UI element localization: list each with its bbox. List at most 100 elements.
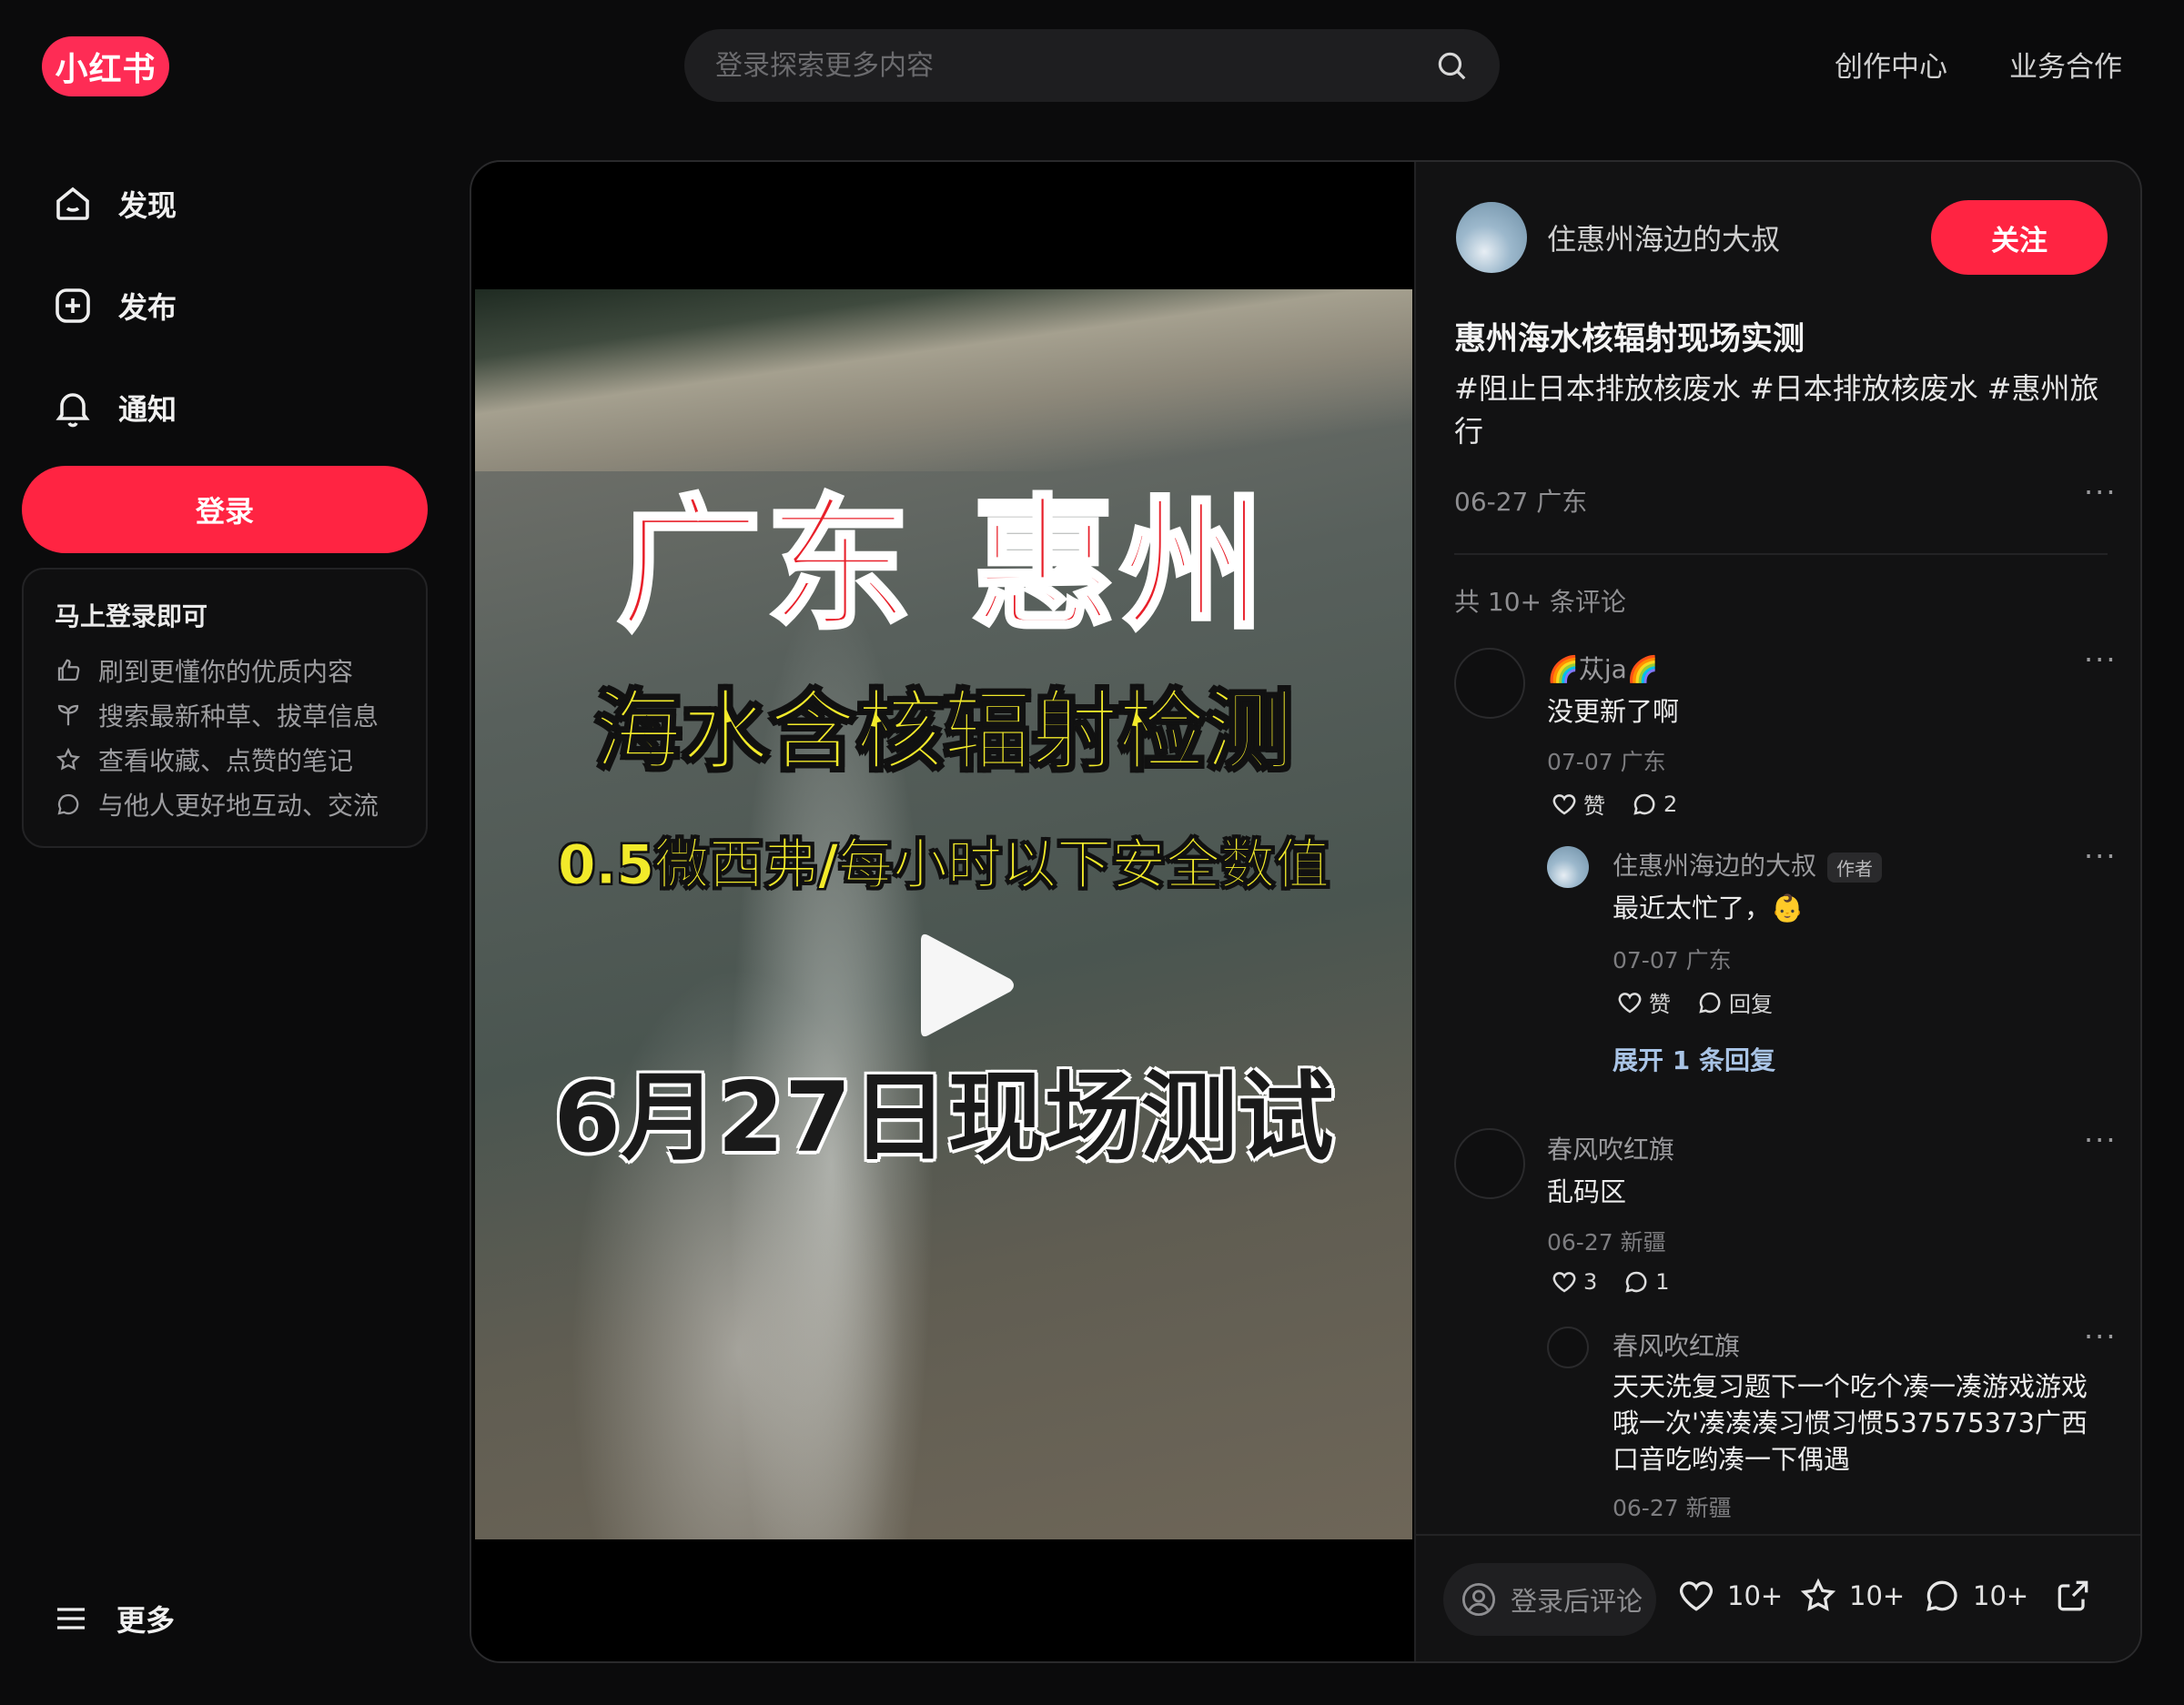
reply-date: 07-07 广东	[1613, 947, 1732, 974]
video-overlay-date: 6月27日现场测试	[553, 1062, 1334, 1174]
note-tags: #阻止日本排放核废水 #日本排放核废水 #惠州旅行	[1454, 368, 2109, 453]
sidebar-item-label: 发现	[118, 188, 177, 223]
divider	[1454, 553, 2108, 555]
comment-count: 共 10+ 条评论	[1454, 587, 1626, 617]
video-overlay-location: 广东 惠州	[615, 480, 1270, 652]
comment-input[interactable]: 登录后评论	[1443, 1563, 1656, 1636]
login-button[interactable]: 登录	[22, 466, 428, 553]
comment-icon	[1699, 992, 1721, 1014]
reply-count: 1	[1655, 1269, 1670, 1295]
share-button[interactable]	[2053, 1576, 2093, 1616]
hashtag-link[interactable]: #阻止日本排放核废水	[1454, 371, 1741, 406]
like-count: 3	[1583, 1269, 1598, 1295]
sidebar-item-notifications[interactable]: 通知	[51, 380, 177, 435]
sidebar-item-publish[interactable]: 发布	[51, 278, 177, 333]
reply-action[interactable]: 1	[1623, 1268, 1670, 1296]
reply-author-name[interactable]: 住惠州海边的大叔 作者	[1613, 846, 1883, 883]
home-icon	[56, 187, 89, 220]
hamburger-icon	[57, 1608, 85, 1629]
login-promo-box: 马上登录即可 刷到更懂你的优质内容 搜索最新种草、拔草信息 查看收藏、点赞的笔记…	[22, 568, 428, 848]
note-detail-card: 广东 惠州 海水含核辐射检测 0.5微西弗/每小时以下安全数值 6月27日现场测…	[470, 160, 2142, 1663]
reply-author-name[interactable]: 春风吹红旗	[1613, 1327, 1740, 1363]
user-icon	[1461, 1582, 1496, 1617]
commenter-avatar[interactable]	[1454, 648, 1525, 719]
heart-icon	[1552, 1272, 1576, 1293]
comment-input-placeholder: 登录后评论	[1511, 1586, 1643, 1617]
promo-text: 刷到更懂你的优质内容	[98, 656, 354, 687]
follow-button[interactable]: 关注	[1931, 200, 2108, 275]
share-icon	[2058, 1580, 2088, 1611]
play-icon[interactable]	[912, 926, 1021, 1044]
like-stat[interactable]: 10+	[1676, 1576, 1783, 1616]
expand-replies-link[interactable]: 展开 1 条回复	[1613, 1041, 1775, 1077]
thumbs-up-icon	[57, 659, 80, 681]
comment-stat[interactable]: 10+	[1922, 1576, 2028, 1616]
heart-icon	[1618, 992, 1642, 1013]
like-total: 10+	[1727, 1580, 1784, 1611]
collect-stat[interactable]: 10+	[1798, 1576, 1905, 1616]
reply-author-avatar[interactable]	[1547, 1327, 1589, 1368]
sprout-icon	[57, 704, 79, 725]
reply-actions: 赞 回复	[1616, 986, 1773, 1018]
note-title: 惠州海水核辐射现场实测	[1454, 321, 1805, 358]
promo-text: 与他人更好地互动、交流	[98, 790, 379, 821]
author-name[interactable]: 住惠州海边的大叔	[1547, 217, 1780, 258]
comment-options-icon[interactable]: ···	[2084, 1123, 2118, 1157]
more-label: 更多	[116, 1603, 176, 1638]
sidebar-item-discover[interactable]: 发现	[51, 177, 177, 231]
commenter-name[interactable]: 春风吹红旗	[1547, 1130, 1674, 1166]
search-icon[interactable]	[1434, 48, 1469, 83]
search-bar[interactable]	[684, 29, 1500, 102]
like-action[interactable]: 赞	[1551, 788, 1605, 820]
comment-text: 乱码区	[1547, 1176, 1627, 1207]
reply-action[interactable]: 2	[1631, 791, 1677, 818]
collect-total: 10+	[1849, 1580, 1906, 1611]
promo-row: 搜索最新种草、拔草信息	[55, 692, 426, 737]
search-input[interactable]	[715, 49, 1434, 82]
business-link[interactable]: 业务合作	[2009, 44, 2122, 85]
comment-icon	[1625, 1271, 1647, 1293]
promo-title: 马上登录即可	[55, 601, 208, 631]
comment-total: 10+	[1973, 1580, 2029, 1611]
like-action[interactable]: 赞	[1616, 986, 1671, 1018]
comment-date: 07-07 广东	[1547, 749, 1666, 775]
video-container[interactable]: 广东 惠州 海水含核辐射检测 0.5微西弗/每小时以下安全数值 6月27日现场测…	[471, 162, 1414, 1661]
comment-actions: 3 1	[1551, 1268, 1670, 1296]
bell-icon	[56, 393, 90, 428]
hashtag-link[interactable]: #日本排放核废水	[1750, 371, 1978, 406]
star-icon	[56, 747, 81, 771]
comment-options-icon[interactable]: ···	[2084, 642, 2118, 677]
reply-options-icon[interactable]: ···	[2084, 1319, 2118, 1354]
plus-square-icon	[56, 288, 90, 323]
reply-options-icon[interactable]: ···	[2084, 839, 2118, 873]
author-avatar[interactable]	[1456, 202, 1527, 273]
comment-icon	[1633, 793, 1655, 815]
xiaohongshu-logo[interactable]: 小红书	[42, 36, 169, 96]
like-count: 赞	[1583, 793, 1605, 819]
reply-date: 06-27 新疆	[1613, 1495, 1732, 1521]
promo-row: 查看收藏、点赞的笔记	[55, 737, 426, 782]
comment-date: 06-27 新疆	[1547, 1229, 1666, 1256]
more-menu[interactable]: 更多	[53, 1598, 175, 1639]
engagement-bar: 登录后评论 10+ 10+ 10+	[1416, 1534, 2140, 1661]
sidebar-item-label: 发布	[118, 290, 177, 325]
like-action[interactable]: 3	[1551, 1268, 1597, 1296]
reply-author-avatar[interactable]	[1547, 846, 1589, 888]
creator-center-link[interactable]: 创作中心	[1835, 44, 1947, 85]
comment-text: 没更新了啊	[1547, 696, 1680, 727]
heart-icon	[1679, 1581, 1714, 1611]
beach-scene	[475, 289, 1412, 471]
note-info-panel: 住惠州海边的大叔 关注 惠州海水核辐射现场实测 #阻止日本排放核废水 #日本排放核…	[1414, 162, 2140, 1661]
reply-count: 2	[1663, 791, 1678, 817]
commenter-avatar[interactable]	[1454, 1128, 1525, 1199]
author-badge: 作者	[1827, 852, 1883, 883]
video-frame[interactable]: 广东 惠州 海水含核辐射检测 0.5微西弗/每小时以下安全数值 6月27日现场测…	[475, 289, 1412, 1539]
note-date-location: 06-27 广东	[1454, 487, 1588, 517]
video-overlay-headline: 海水含核辐射检测	[593, 680, 1294, 783]
promo-row: 与他人更好地互动、交流	[55, 782, 426, 826]
more-options-icon[interactable]: ···	[2084, 475, 2118, 509]
commenter-name[interactable]: 🌈苁ja🌈	[1547, 650, 1659, 686]
reply-author-label: 住惠州海边的大叔	[1613, 851, 1817, 881]
reply-action[interactable]: 回复	[1696, 986, 1773, 1018]
reply-label: 回复	[1729, 992, 1773, 1017]
